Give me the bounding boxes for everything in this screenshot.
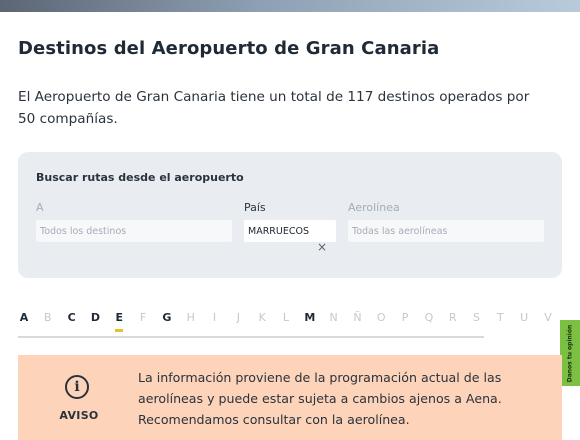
- alphabet-letter[interactable]: M: [304, 311, 316, 324]
- alphabet-letter: S: [473, 311, 481, 324]
- page-title: Destinos del Aeropuerto de Gran Canaria: [18, 38, 440, 59]
- airline-label: Aerolínea: [348, 201, 400, 214]
- destination-label: A: [36, 201, 44, 214]
- alphabet-letter[interactable]: A: [18, 311, 30, 324]
- notice-text: La información proviene de la programaci…: [138, 370, 502, 427]
- alphabet-letter: U: [520, 311, 529, 324]
- notice-box: i AVISO La información proviene de la pr…: [18, 355, 562, 440]
- alphabet-letter: Q: [424, 311, 434, 324]
- alphabet-letter: L: [282, 311, 290, 324]
- destination-input[interactable]: Todos los destinos: [36, 220, 232, 242]
- alphabet-letter: Ñ: [353, 311, 362, 324]
- alphabet-letter[interactable]: E: [113, 311, 125, 332]
- alphabet-divider: [18, 336, 484, 338]
- alphabet-letter: V: [544, 311, 552, 324]
- alphabet-letter: B: [44, 311, 52, 324]
- alphabet-letter: N: [329, 311, 338, 324]
- clear-country-icon[interactable]: ×: [317, 240, 327, 254]
- feedback-tab[interactable]: Danos tu opinión: [560, 320, 580, 386]
- intro-text: El Aeropuerto de Gran Canaria tiene un t…: [18, 89, 530, 127]
- alphabet-letter: P: [401, 311, 409, 324]
- alphabet-letter: I: [212, 311, 217, 324]
- notice-label: AVISO: [59, 409, 99, 422]
- country-label: País: [244, 201, 266, 214]
- alphabet-letter: K: [258, 311, 266, 324]
- alphabet-letter[interactable]: C: [66, 311, 78, 324]
- airline-input[interactable]: Todas las aerolíneas: [348, 220, 544, 242]
- alphabet-letter[interactable]: D: [89, 311, 101, 324]
- search-panel-title: Buscar rutas desde el aeropuerto: [36, 171, 244, 184]
- alphabet-letter: O: [376, 311, 386, 324]
- alphabet-letter: H: [186, 311, 195, 324]
- info-icon: i: [65, 375, 89, 399]
- alphabet-letter: T: [496, 311, 504, 324]
- top-banner-strip: [0, 0, 580, 12]
- alphabet-letter: F: [139, 311, 147, 324]
- feedback-tab-label: Danos tu opinión: [566, 324, 574, 382]
- alphabet-letter[interactable]: G: [161, 311, 173, 324]
- route-search-panel: Buscar rutas desde el aeropuerto A Todos…: [18, 152, 562, 278]
- country-input[interactable]: MARRUECOS: [244, 220, 336, 242]
- alphabet-letter: J: [236, 311, 240, 324]
- alphabet-letter: R: [448, 311, 457, 324]
- alphabet-filter: A B CDE F GH I J K L MN Ñ O P Q R S T U V: [18, 311, 562, 332]
